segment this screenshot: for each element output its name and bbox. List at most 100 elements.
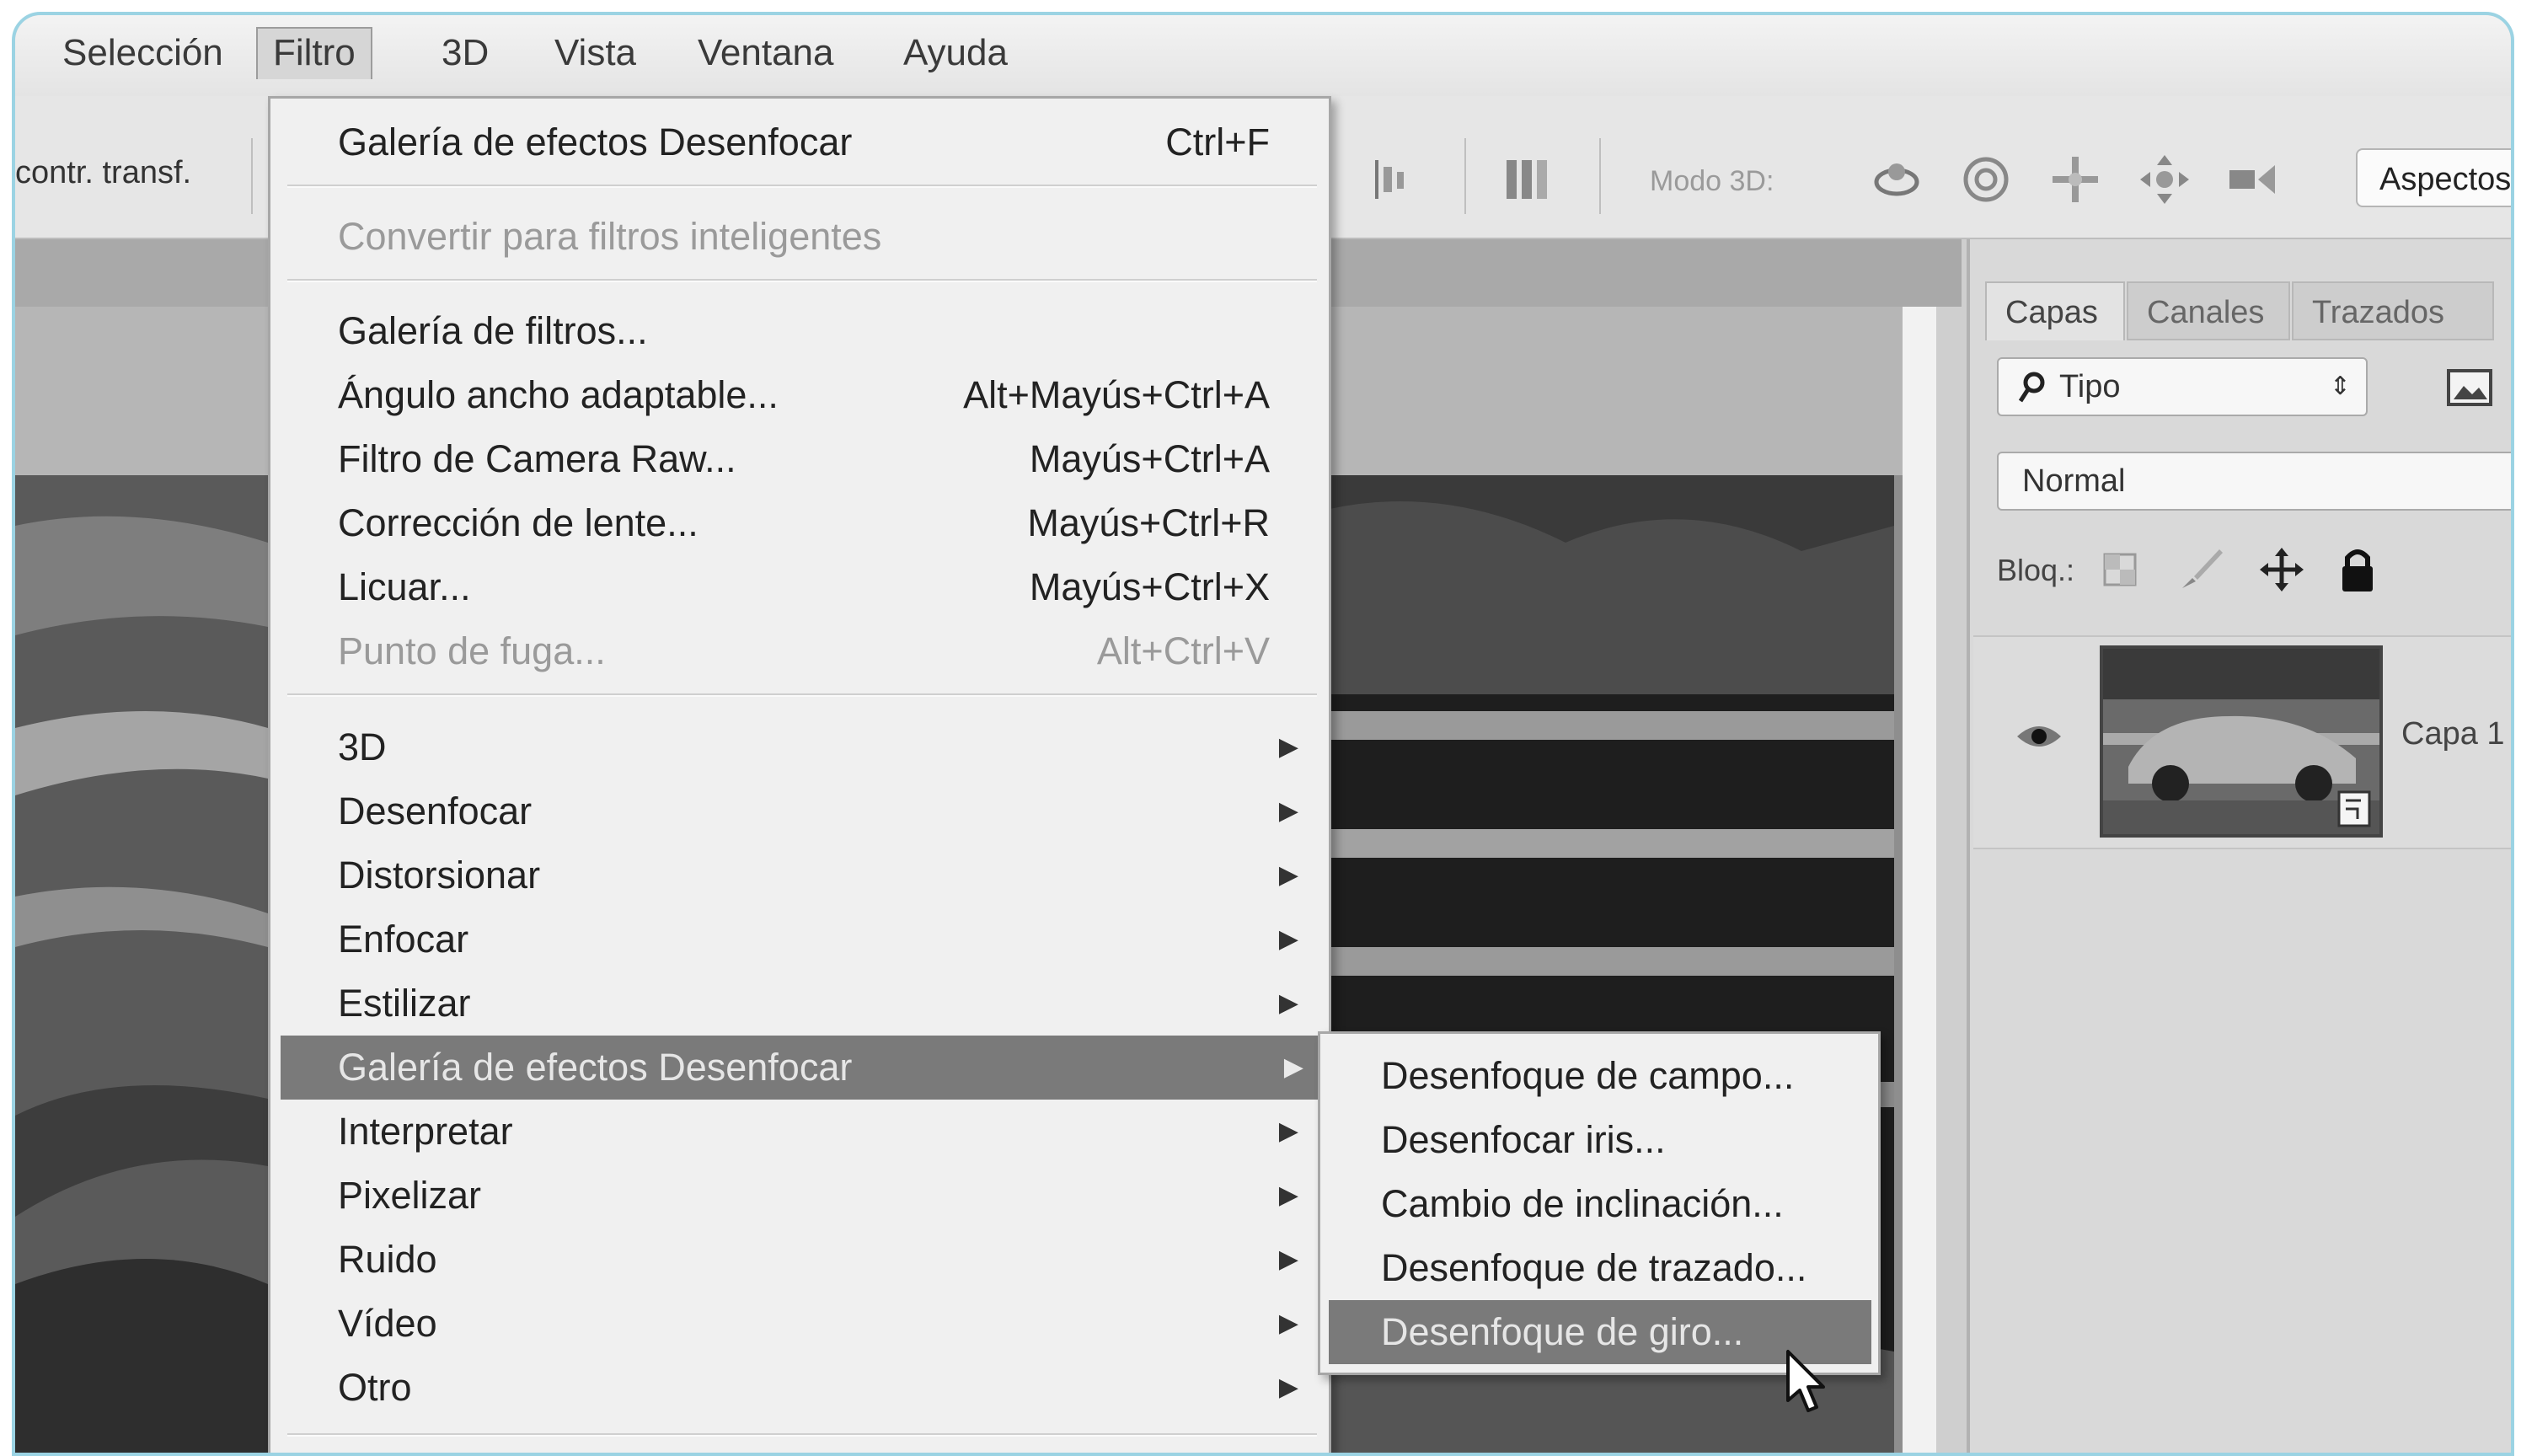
eye-icon[interactable]: [2014, 720, 2064, 753]
layer-row[interactable]: Capa 1: [1973, 635, 2511, 849]
menu-ayuda[interactable]: Ayuda: [888, 27, 1023, 79]
separator: [1464, 138, 1466, 214]
layers-panel: Capas Canales Trazados Tipo ⇕ Normal Blo…: [1967, 239, 2511, 1453]
menu-item-shortcut: Alt+Ctrl+V: [1096, 629, 1270, 672]
scale-3d-icon[interactable]: [2224, 152, 2280, 207]
submenu-item-iris-blur[interactable]: Desenfocar iris...: [1320, 1108, 1878, 1172]
submenu-arrow-icon: ▶: [1278, 925, 1298, 953]
blur-gallery-submenu: Desenfoque de campo... Desenfocar iris..…: [1318, 1031, 1881, 1375]
menu-item-camera-raw[interactable]: Filtro de Camera Raw... Mayús+Ctrl+A: [270, 427, 1329, 491]
menu-separator: [287, 1433, 1317, 1437]
menu-3d[interactable]: 3D: [426, 27, 504, 79]
menu-item-label: Ángulo ancho adaptable...: [338, 373, 779, 416]
image-filter-icon[interactable]: [2447, 369, 2492, 406]
filter-menu: Galería de efectos Desenfocar Ctrl+F Con…: [268, 96, 1331, 1453]
canvas-edge: [1903, 307, 1936, 1453]
workspace-switcher[interactable]: Aspectos: [2356, 148, 2511, 207]
slide-3d-icon[interactable]: [2137, 152, 2192, 207]
menu-item-label: Distorsionar: [338, 854, 541, 897]
auto-align-icon[interactable]: [1498, 152, 1554, 207]
menu-item-label: Desenfoque de campo...: [1381, 1054, 1795, 1097]
menu-item-label: Otro: [338, 1366, 412, 1409]
layer-name[interactable]: Capa 1: [2401, 716, 2505, 752]
brush-icon[interactable]: [2176, 544, 2226, 595]
tab-trazados[interactable]: Trazados: [2292, 281, 2494, 340]
menu-item-ruido[interactable]: Ruido ▶: [270, 1228, 1329, 1292]
menu-item-label: Cambio de inclinación...: [1381, 1182, 1784, 1225]
menu-item-label: Desenfoque de giro...: [1381, 1310, 1744, 1353]
menu-item-label: Punto de fuga...: [338, 629, 606, 672]
menu-seleccion[interactable]: Selección: [47, 27, 238, 79]
move-icon[interactable]: [2256, 544, 2307, 595]
menu-item-enfocar[interactable]: Enfocar ▶: [270, 907, 1329, 972]
submenu-arrow-icon: ▶: [1278, 1181, 1298, 1209]
menu-ventana[interactable]: Ventana: [682, 27, 849, 79]
menu-item-shortcut: Mayús+Ctrl+X: [1029, 565, 1270, 608]
menu-item-vanishing-point[interactable]: Punto de fuga... Alt+Ctrl+V: [270, 619, 1329, 683]
mouse-pointer-icon: [1786, 1350, 1825, 1412]
menu-item-video[interactable]: Vídeo ▶: [270, 1292, 1329, 1356]
separator: [1599, 138, 1601, 214]
menu-item-label: Galería de efectos Desenfocar: [338, 120, 853, 163]
submenu-arrow-icon: ▶: [1278, 797, 1298, 825]
menu-item-pixelizar[interactable]: Pixelizar ▶: [270, 1164, 1329, 1228]
rotate-3d-icon[interactable]: [1869, 152, 1924, 207]
menu-item-label: Enfocar: [338, 918, 469, 961]
menu-item-filter-gallery[interactable]: Galería de filtros...: [270, 299, 1329, 363]
layer-kind-filter[interactable]: Tipo ⇕: [1997, 357, 2368, 416]
menu-item-interpretar[interactable]: Interpretar ▶: [270, 1100, 1329, 1164]
menu-separator: [287, 185, 1317, 188]
app-window: Selección Filtro 3D Vista Ventana Ayuda …: [12, 12, 2514, 1456]
menu-item-label: Desenfocar: [338, 790, 533, 832]
menu-filtro[interactable]: Filtro: [256, 27, 372, 79]
lock-icon[interactable]: [2337, 544, 2378, 595]
roll-3d-icon[interactable]: [1958, 152, 2014, 207]
distribute-left-icon[interactable]: [1363, 152, 1419, 207]
menu-item-label: Ruido: [338, 1238, 437, 1281]
show-transform-controls-label[interactable]: contr. transf.: [15, 155, 191, 191]
menu-item-shortcut: Ctrl+F: [1165, 120, 1270, 163]
submenu-arrow-icon: ▶: [1278, 733, 1298, 761]
menu-item-label: Estilizar: [338, 982, 471, 1025]
menu-item-label: Corrección de lente...: [338, 501, 698, 544]
menu-item-blur-gallery[interactable]: Galería de efectos Desenfocar ▶: [281, 1036, 1324, 1100]
smart-object-icon: [2337, 790, 2371, 827]
drag-3d-icon[interactable]: [2047, 152, 2103, 207]
submenu-arrow-icon: ▶: [1278, 1309, 1298, 1337]
lock-label: Bloq.:: [1997, 553, 2075, 587]
blend-mode-select[interactable]: Normal: [1997, 452, 2511, 511]
submenu-item-field-blur[interactable]: Desenfoque de campo...: [1320, 1044, 1878, 1108]
stepper-arrows-icon: ⇕: [2329, 372, 2351, 400]
menu-item-shortcut: Mayús+Ctrl+R: [1027, 501, 1270, 544]
menu-item-desenfocar[interactable]: Desenfocar ▶: [270, 779, 1329, 843]
menu-item-adaptive-wide-angle[interactable]: Ángulo ancho adaptable... Alt+Mayús+Ctrl…: [270, 363, 1329, 427]
submenu-item-path-blur[interactable]: Desenfoque de trazado...: [1320, 1236, 1878, 1300]
tab-canales[interactable]: Canales: [2127, 281, 2290, 340]
submenu-arrow-icon: ▶: [1278, 1373, 1298, 1401]
submenu-arrow-icon: ▶: [1278, 989, 1298, 1017]
menu-item-otro[interactable]: Otro ▶: [270, 1356, 1329, 1420]
submenu-item-tilt-shift[interactable]: Cambio de inclinación...: [1320, 1172, 1878, 1236]
menu-item-liquify[interactable]: Licuar... Mayús+Ctrl+X: [270, 555, 1329, 619]
menu-item-distorsionar[interactable]: Distorsionar ▶: [270, 843, 1329, 907]
menu-item-3d[interactable]: 3D ▶: [270, 715, 1329, 779]
layer-thumbnail: [2100, 645, 2383, 838]
menu-vista[interactable]: Vista: [539, 27, 651, 79]
menu-item-label: Licuar...: [338, 565, 471, 608]
menu-item-label: Desenfocar iris...: [1381, 1118, 1666, 1161]
menu-item-label: Convertir para filtros inteligentes: [338, 215, 882, 258]
menu-item-label: Galería de efectos Desenfocar: [338, 1046, 853, 1089]
submenu-arrow-icon: ▶: [1283, 1053, 1303, 1081]
menu-item-convert-smart-filters[interactable]: Convertir para filtros inteligentes: [270, 205, 1329, 269]
menu-item-label: Filtro de Camera Raw...: [338, 437, 736, 480]
menu-item-last-filter[interactable]: Galería de efectos Desenfocar Ctrl+F: [270, 110, 1329, 174]
tab-capas[interactable]: Capas: [1985, 281, 2125, 340]
menu-item-lens-correction[interactable]: Corrección de lente... Mayús+Ctrl+R: [270, 491, 1329, 555]
lock-transparent-pixels-icon[interactable]: [2101, 551, 2138, 588]
menu-item-label: Desenfoque de trazado...: [1381, 1246, 1807, 1289]
menu-separator: [287, 279, 1317, 282]
submenu-arrow-icon: ▶: [1278, 1245, 1298, 1273]
submenu-arrow-icon: ▶: [1278, 861, 1298, 889]
menu-item-estilizar[interactable]: Estilizar ▶: [270, 972, 1329, 1036]
menu-item-label: Galería de filtros...: [338, 309, 648, 352]
